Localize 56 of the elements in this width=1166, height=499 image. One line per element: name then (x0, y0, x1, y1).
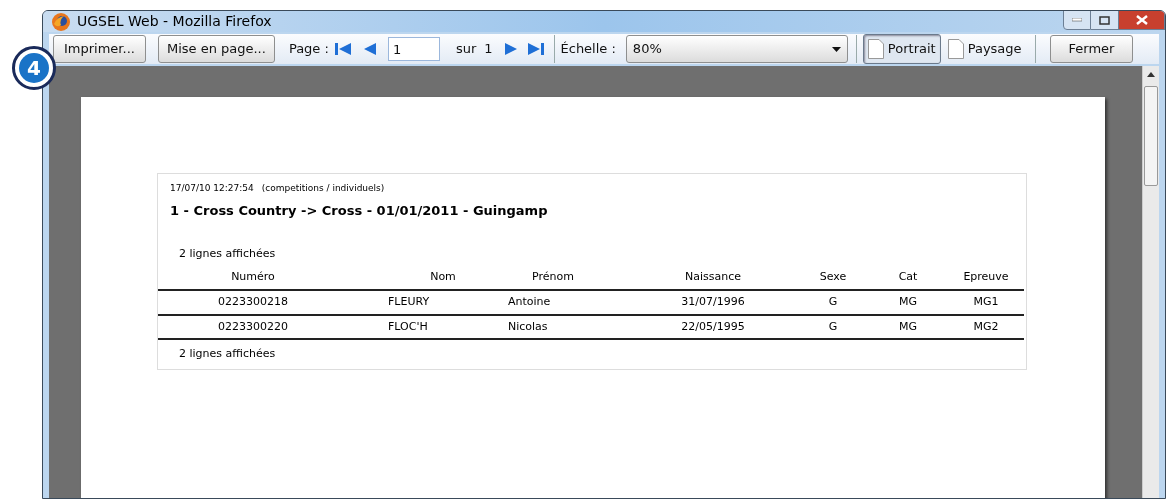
table-cell: 31/07/1996 (628, 290, 798, 315)
table-cell: 0223300220 (158, 314, 348, 339)
table-cell: 22/05/1995 (628, 314, 798, 339)
close-preview-button[interactable]: Fermer (1049, 35, 1134, 63)
last-page-icon[interactable] (527, 42, 544, 56)
orientation-button[interactable]: Portrait (862, 34, 941, 64)
table-cell: G (798, 314, 868, 339)
scale-dropdown[interactable]: 80% (625, 35, 848, 63)
table-cell: FLOC'H (348, 314, 478, 339)
caret-icon (831, 46, 841, 52)
scroll-up-icon[interactable] (1147, 72, 1155, 77)
column-header: Naissance (628, 268, 798, 290)
table-cell: MG (868, 314, 948, 339)
minimize-icon (1072, 18, 1082, 22)
page-icon (947, 39, 964, 59)
table-cell: MG (868, 290, 948, 315)
table-cell: G (798, 290, 868, 315)
row-count: 2 lignes affichées (178, 346, 277, 362)
row-count: 2 lignes affichées (178, 246, 277, 262)
column-header: Cat (868, 268, 948, 290)
report-timestamp: 17/07/10 12:27:54 (170, 182, 254, 195)
orientation-button[interactable]: Paysage (942, 34, 1027, 64)
table-cell: MG2 (948, 314, 1024, 339)
table-cell: Antoine (478, 290, 628, 315)
close-button[interactable] (1119, 11, 1165, 30)
next-page-icon[interactable] (504, 42, 518, 56)
report-title: 1 - Cross Country -> Cross - 01/01/2011 - Guingamp (169, 201, 549, 220)
table-cell: Nicolas (478, 314, 628, 339)
column-header: Nom (348, 268, 478, 290)
vertical-scrollbar[interactable] (1142, 66, 1159, 498)
maximize-button[interactable] (1091, 11, 1119, 30)
page-label: Page : (288, 40, 329, 59)
print-button[interactable]: Imprimer... (53, 35, 146, 63)
scale-label: Échelle : (560, 40, 616, 59)
column-header: Prénom (478, 268, 628, 290)
minimize-button[interactable] (1063, 11, 1091, 30)
page-number-field[interactable]: 1 (387, 37, 440, 61)
of-label: sur (455, 40, 477, 59)
report-context: (competitions / individuels) (261, 182, 385, 195)
window-title: UGSEL Web - Mozilla Firefox (77, 12, 272, 31)
previous-page-icon[interactable] (362, 42, 376, 56)
close-icon (1135, 15, 1148, 25)
table-cell: 0223300218 (158, 290, 348, 315)
scrollbar-thumb[interactable] (1144, 86, 1158, 186)
step-number-badge: 4 (12, 46, 56, 90)
page-count: 1 (484, 40, 493, 59)
first-page-icon[interactable] (334, 42, 351, 56)
maximize-icon (1099, 15, 1110, 25)
column-header: Epreuve (948, 268, 1024, 290)
browser-logo-icon (51, 11, 71, 32)
page-icon (867, 39, 884, 59)
column-header: Numéro (158, 268, 348, 290)
table-cell: FLEURY (348, 290, 478, 315)
column-header: Sexe (798, 268, 868, 290)
table-cell: MG1 (948, 290, 1024, 315)
page-setup-button[interactable]: Mise en page... (157, 35, 275, 63)
